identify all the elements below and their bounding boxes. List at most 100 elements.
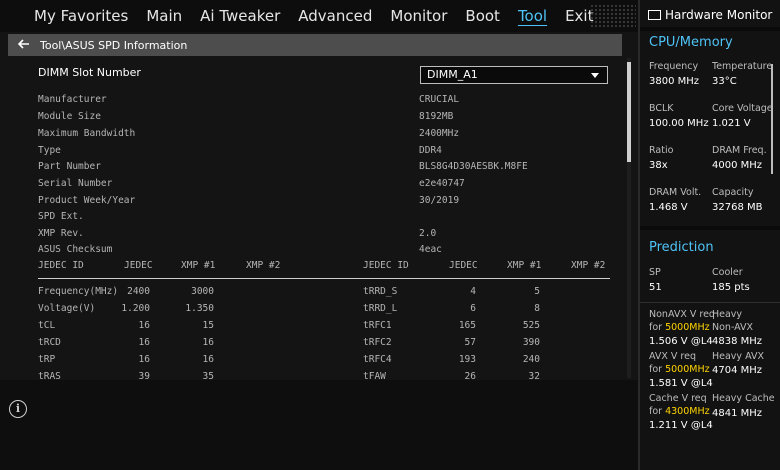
table-row: tRP 16 16 tRFC4 193 240 (38, 354, 610, 370)
table-cell: Frequency(MHz) (38, 286, 119, 297)
hw-label: Cooler (712, 267, 743, 278)
info-row-part-number: Part Number BLS8G4D30AESBK.M8FE (38, 161, 618, 177)
table-cell: tRP (38, 354, 56, 365)
nav-decor-pattern (590, 4, 636, 28)
section-separator (640, 226, 780, 230)
table-cell: 16 (138, 337, 150, 348)
table-cell: tRRD_L (363, 303, 398, 314)
table-row: Voltage(V) 1.200 1.350 tRRD_L 6 8 (38, 303, 610, 319)
table-cell: 16 (202, 337, 214, 348)
hw-value: 100.00 MHz (649, 118, 709, 129)
hw-value: 4000 MHz (712, 160, 763, 171)
column-header: JEDEC ID (38, 260, 84, 271)
table-cell: 5 (534, 286, 540, 297)
table-cell: tRFC4 (363, 354, 392, 365)
table-cell: 16 (202, 354, 214, 365)
hw-value: 4704 MHz (712, 365, 763, 376)
monitor-icon (648, 10, 661, 20)
hw-label: Frequency (649, 61, 699, 72)
hw-label: Heavy AVX (712, 351, 764, 362)
hardware-monitor-title-text: Hardware Monitor (665, 8, 773, 22)
table-cell: 1.350 (185, 303, 214, 314)
column-header: JEDEC (449, 260, 478, 271)
help-panel: i (0, 380, 640, 470)
info-value: CRUCIAL (419, 94, 460, 105)
table-row: tRAS 39 35 tFAW 26 32 (38, 371, 610, 380)
info-label: XMP Rev. (38, 228, 84, 239)
table-cell: 525 (522, 320, 540, 331)
hw-label: for 5000MHz (649, 322, 710, 333)
table-cell: 6 (470, 303, 476, 314)
info-label: Module Size (38, 111, 101, 122)
table-cell: tCL (38, 320, 56, 331)
breadcrumb[interactable]: Tool\ASUS SPD Information (8, 34, 622, 56)
chevron-down-icon (591, 73, 599, 78)
info-value: BLS8G4D30AESBK.M8FE (419, 161, 528, 172)
info-row-type: Type DDR4 (38, 145, 618, 161)
hw-label: Ratio (649, 145, 674, 156)
info-label: ASUS Checksum (38, 244, 113, 255)
hw-label: Non-AVX (712, 322, 754, 333)
hw-label: Cache V req (649, 393, 707, 404)
info-value: 30/2019 (419, 195, 460, 206)
hw-value: 3800 MHz (649, 76, 700, 87)
tab-tool[interactable]: Tool (518, 0, 547, 32)
table-cell: 4 (470, 286, 476, 297)
dimm-slot-select[interactable]: DIMM_A1 (420, 66, 608, 84)
info-row-xmp-rev: XMP Rev. 2.0 (38, 228, 618, 244)
breadcrumb-path: Tool\ASUS SPD Information (40, 38, 188, 52)
table-cell: 26 (464, 371, 476, 380)
tab-main[interactable]: Main (146, 0, 182, 32)
cpu-memory-title: CPU/Memory (649, 35, 733, 50)
hw-label: Heavy Cache (712, 393, 775, 404)
table-cell: Voltage(V) (38, 303, 96, 314)
freq-highlight: 4300MHz (665, 406, 710, 417)
column-header: JEDEC (124, 260, 153, 271)
table-cell: 165 (458, 320, 476, 331)
table-cell: 35 (202, 371, 214, 380)
table-cell: 32 (528, 371, 540, 380)
tab-ai-tweaker[interactable]: Ai Tweaker (200, 0, 280, 32)
hw-value: 38x (649, 160, 668, 171)
info-label: Type (38, 145, 61, 156)
info-value: 8192MB (419, 111, 454, 122)
tab-advanced[interactable]: Advanced (298, 0, 372, 32)
info-value: 4eac (419, 244, 442, 255)
dimm-slot-selected: DIMM_A1 (427, 68, 478, 81)
table-cell: tRRD_S (363, 286, 398, 297)
hw-value: 32768 MB (712, 202, 763, 213)
freq-highlight: 5000MHz (665, 364, 710, 375)
top-nav: My Favorites Main Ai Tweaker Advanced Mo… (0, 0, 640, 32)
table-cell: 57 (464, 337, 476, 348)
tab-my-favorites[interactable]: My Favorites (34, 0, 128, 32)
tab-boot[interactable]: Boot (465, 0, 500, 32)
tab-monitor[interactable]: Monitor (390, 0, 447, 32)
hw-label: DRAM Volt. (649, 187, 702, 198)
main-scrollbar-thumb[interactable] (627, 62, 631, 162)
info-label: Part Number (38, 161, 101, 172)
hardware-monitor-title: Hardware Monitor (648, 8, 772, 22)
table-cell: 3000 (191, 286, 214, 297)
hw-scrollbar[interactable] (771, 64, 773, 174)
column-header: XMP #1 (507, 260, 542, 271)
info-row-module-size: Module Size 8192MB (38, 111, 618, 127)
hw-label: Core Voltage (712, 103, 773, 114)
table-cell: 8 (534, 303, 540, 314)
hw-label: DRAM Freq. (712, 145, 767, 156)
table-cell: tRCD (38, 337, 61, 348)
info-row-serial-number: Serial Number e2e40747 (38, 178, 618, 194)
arrow-left-icon[interactable] (17, 38, 32, 53)
table-cell: tRAS (38, 371, 61, 380)
table-cell: 1.200 (121, 303, 150, 314)
hw-label: SP (649, 267, 661, 278)
hw-value: 1.581 V @L4 (649, 378, 713, 389)
table-cell: tFAW (363, 371, 386, 380)
hw-value: 33°C (712, 76, 737, 87)
freq-highlight: 5000MHz (665, 322, 710, 333)
table-cell: 15 (202, 320, 214, 331)
info-label: Serial Number (38, 178, 113, 189)
hw-value: 185 pts (712, 282, 750, 293)
timing-table-header: JEDEC ID JEDEC XMP #1 XMP #2 JEDEC ID JE… (38, 260, 610, 276)
hw-label: NonAVX V req (649, 309, 715, 320)
hw-value: 1.506 V @L4 (649, 336, 713, 347)
